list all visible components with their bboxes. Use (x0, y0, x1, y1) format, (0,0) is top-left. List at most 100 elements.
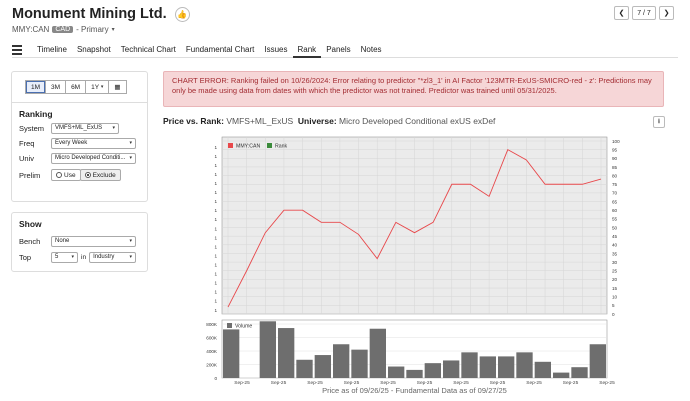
ranking-panel: 1M 3M 6M 1Y ▾ ▦ Ranking System VMFS+ML_E… (11, 71, 148, 202)
volume-bar (406, 369, 423, 378)
volume-bar (498, 356, 515, 378)
tab-timeline[interactable]: Timeline (32, 43, 72, 58)
currency-badge: CAD (52, 26, 74, 33)
left-tick-label: 1 (214, 217, 217, 222)
period-3m-button[interactable]: 3M (45, 80, 67, 94)
tab-bar: Timeline Snapshot Technical Chart Fundam… (12, 43, 678, 58)
volume-tick-label: 0 (214, 376, 217, 381)
chart-system: VMFS+ML_ExUS (226, 116, 294, 126)
right-tick-label: 95 (612, 147, 618, 152)
top-label: Top (19, 252, 32, 262)
legend-swatch-volume (227, 323, 232, 328)
left-tick-label: 1 (214, 181, 217, 186)
tab-notes[interactable]: Notes (356, 43, 387, 58)
volume-bar (333, 344, 350, 378)
left-tick-label: 1 (214, 263, 217, 268)
right-tick-label: 80 (612, 173, 618, 178)
price-vs-rank-label: Price vs. Rank: (163, 116, 224, 126)
legend-swatch-rank (267, 143, 272, 148)
show-panel: Show Bench None ▾ Top 5 ▾ in Industry ▾ (11, 212, 148, 272)
thumbs-up-icon[interactable]: 👍 (174, 6, 190, 22)
volume-bar (534, 361, 551, 378)
prelim-exclude-radio[interactable]: Exclude (79, 169, 121, 181)
volume-bar (516, 352, 533, 378)
left-tick-label: 1 (214, 190, 217, 195)
right-tick-label: 100 (612, 139, 620, 144)
chevron-down-icon: ▾ (129, 238, 132, 244)
volume-tick-label: 800K (206, 322, 218, 327)
left-tick-label: 1 (214, 253, 217, 258)
group-select[interactable]: Industry ▾ (89, 251, 137, 263)
freq-value: Every Week (55, 140, 88, 146)
right-tick-label: 30 (612, 260, 618, 265)
pager-count[interactable]: 7 / 7 (632, 6, 656, 20)
left-tick-label: 1 (214, 226, 217, 231)
pager: ❮ 7 / 7 ❯ (614, 6, 674, 20)
next-button[interactable]: ❯ (659, 6, 674, 20)
error-alert: CHART ERROR: Ranking failed on 10/26/202… (163, 71, 664, 107)
volume-bar (553, 372, 570, 378)
volume-bar (223, 329, 240, 378)
freq-label: Freq (19, 138, 35, 148)
right-tick-label: 45 (612, 234, 618, 239)
left-tick-label: 1 (214, 281, 217, 286)
legend-label-volume: Volume (235, 324, 252, 330)
period-6m-button[interactable]: 6M (65, 80, 87, 94)
group-value: Industry (93, 254, 115, 260)
chart-universe: Micro Developed Conditional exUS exDef (339, 116, 496, 126)
download-button[interactable]: ⭳ (653, 116, 665, 128)
left-tick-label: 1 (214, 290, 217, 295)
left-tick-label: 1 (214, 154, 217, 159)
company-title: Monument Mining Ltd. (12, 6, 167, 22)
calendar-button[interactable]: ▦ (108, 80, 127, 94)
top-value: 5 (55, 254, 59, 260)
right-tick-label: 60 (612, 208, 618, 213)
chevron-right-icon: ❯ (663, 10, 670, 17)
legend-label-price: MMY:CAN (236, 144, 260, 150)
volume-bar (461, 352, 478, 378)
period-1y-label: 1Y (91, 83, 100, 91)
chevron-down-icon: ▾ (100, 84, 104, 90)
volume-plot-area (221, 319, 608, 379)
right-tick-label: 55 (612, 217, 618, 222)
system-label: System (19, 123, 45, 133)
tab-issues[interactable]: Issues (259, 43, 292, 58)
tab-fundamental-chart[interactable]: Fundamental Chart (181, 43, 259, 58)
univ-select[interactable]: Micro Developed Conditi... ▾ (51, 152, 136, 164)
tab-rank[interactable]: Rank (292, 43, 322, 58)
prelim-use-radio[interactable]: Use (51, 169, 81, 181)
right-tick-label: 75 (612, 182, 618, 187)
freq-select[interactable]: Every Week ▾ (51, 137, 136, 149)
system-select[interactable]: VMFS+ML_ExUS ▾ (51, 122, 119, 134)
chevron-down-icon: ▾ (71, 254, 74, 260)
period-selector: 1M 3M 6M 1Y ▾ ▦ (25, 80, 147, 94)
legend-swatch-price (228, 143, 233, 148)
volume-bar (296, 359, 313, 378)
left-tick-label: 1 (214, 308, 217, 313)
chart-header: Price vs. Rank: VMFS+ML_ExUS Universe: M… (163, 116, 495, 126)
download-icon: ⭳ (657, 117, 661, 125)
left-tick-label: 1 (214, 299, 217, 304)
in-label: in (81, 253, 87, 261)
legend-label-rank: Rank (275, 144, 288, 150)
left-tick-label: 1 (214, 163, 217, 168)
left-tick-label: 1 (214, 235, 217, 240)
top-select[interactable]: 5 ▾ (51, 251, 78, 263)
menu-icon[interactable] (12, 45, 22, 55)
use-label: Use (64, 171, 76, 179)
volume-bar (479, 356, 496, 378)
header: Monument Mining Ltd. 👍 MMY:CAN CAD - Pri… (12, 6, 190, 34)
right-tick-label: 90 (612, 156, 618, 161)
bench-select[interactable]: None ▾ (51, 235, 136, 247)
chevron-down-icon[interactable]: ▾ (112, 26, 115, 33)
tab-snapshot[interactable]: Snapshot (72, 43, 116, 58)
bench-value: None (55, 238, 70, 244)
period-1m-button[interactable]: 1M (25, 80, 47, 94)
plot-area (221, 136, 608, 315)
tab-technical-chart[interactable]: Technical Chart (116, 43, 181, 58)
chevron-down-icon: ▾ (129, 155, 132, 161)
prev-button[interactable]: ❮ (614, 6, 629, 20)
chevron-down-icon: ▾ (129, 254, 133, 260)
period-1y-button[interactable]: 1Y ▾ (85, 80, 110, 94)
tab-panels[interactable]: Panels (321, 43, 355, 58)
